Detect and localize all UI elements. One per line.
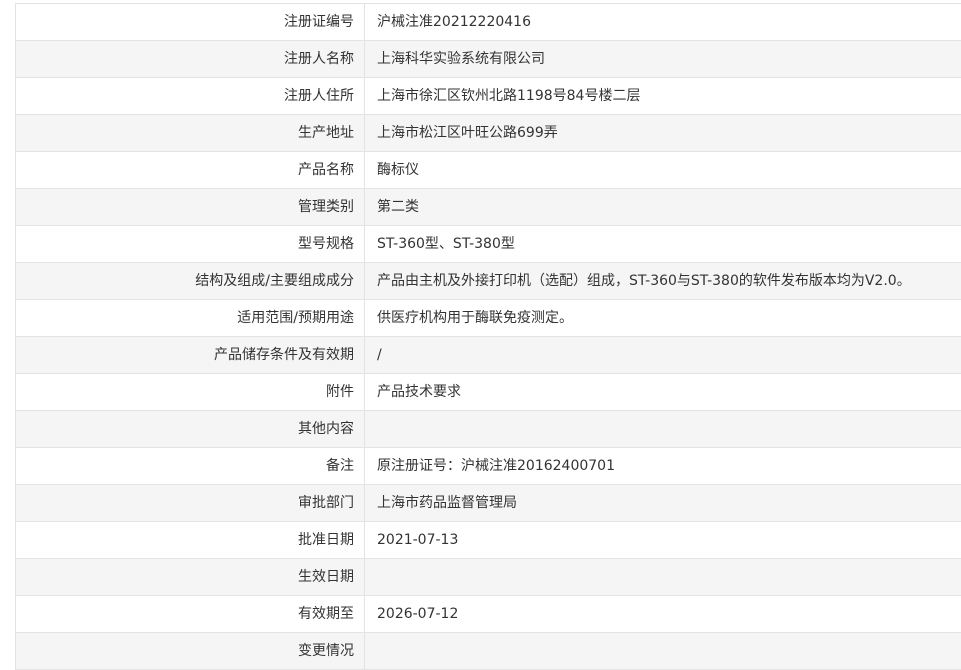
row-value: 上海科华实验系统有限公司 xyxy=(365,41,961,78)
row-label: 产品储存条件及有效期 xyxy=(16,337,365,374)
row-value: 上海市药品监督管理局 xyxy=(365,485,961,522)
table-row: 产品名称 酶标仪 xyxy=(16,152,961,189)
table-row: 管理类别 第二类 xyxy=(16,189,961,226)
row-label: 生产地址 xyxy=(16,115,365,152)
row-value: 上海市徐汇区钦州北路1198号84号楼二层 xyxy=(365,78,961,115)
table-row: 备注 原注册证号：沪械注准20162400701 xyxy=(16,448,961,485)
row-value xyxy=(365,633,961,670)
row-value: 供医疗机构用于酶联免疫测定。 xyxy=(365,300,961,337)
row-label: 适用范围/预期用途 xyxy=(16,300,365,337)
table-row: 其他内容 xyxy=(16,411,961,448)
row-value xyxy=(365,411,961,448)
table-row: 结构及组成/主要组成成分 产品由主机及外接打印机（选配）组成，ST-360与ST… xyxy=(16,263,961,300)
table-row: 变更情况 xyxy=(16,633,961,670)
table-row: 生产地址 上海市松江区叶旺公路699弄 xyxy=(16,115,961,152)
row-label: 其他内容 xyxy=(16,411,365,448)
row-label: 注册人名称 xyxy=(16,41,365,78)
table-row: 注册证编号 沪械注准20212220416 xyxy=(16,4,961,41)
table-row: 有效期至 2026-07-12 xyxy=(16,596,961,633)
row-label: 结构及组成/主要组成成分 xyxy=(16,263,365,300)
table-row: 批准日期 2021-07-13 xyxy=(16,522,961,559)
row-value: ST-360型、ST-380型 xyxy=(365,226,961,263)
row-value: 产品技术要求 xyxy=(365,374,961,411)
row-label: 审批部门 xyxy=(16,485,365,522)
row-value: 原注册证号：沪械注准20162400701 xyxy=(365,448,961,485)
row-label: 注册人住所 xyxy=(16,78,365,115)
table-row: 产品储存条件及有效期 / xyxy=(16,337,961,374)
row-label: 管理类别 xyxy=(16,189,365,226)
table-row: 适用范围/预期用途 供医疗机构用于酶联免疫测定。 xyxy=(16,300,961,337)
row-value: 沪械注准20212220416 xyxy=(365,4,961,41)
row-label: 附件 xyxy=(16,374,365,411)
table-row: 注册人名称 上海科华实验系统有限公司 xyxy=(16,41,961,78)
row-label: 有效期至 xyxy=(16,596,365,633)
detail-table-body: 注册证编号 沪械注准20212220416 注册人名称 上海科华实验系统有限公司… xyxy=(16,4,961,670)
row-label: 生效日期 xyxy=(16,559,365,596)
row-value: 产品由主机及外接打印机（选配）组成，ST-360与ST-380的软件发布版本均为… xyxy=(365,263,961,300)
row-value: 第二类 xyxy=(365,189,961,226)
row-label: 批准日期 xyxy=(16,522,365,559)
row-label: 备注 xyxy=(16,448,365,485)
row-value: 上海市松江区叶旺公路699弄 xyxy=(365,115,961,152)
row-label: 产品名称 xyxy=(16,152,365,189)
row-label: 变更情况 xyxy=(16,633,365,670)
table-row: 注册人住所 上海市徐汇区钦州北路1198号84号楼二层 xyxy=(16,78,961,115)
table-row: 生效日期 xyxy=(16,559,961,596)
table-row: 审批部门 上海市药品监督管理局 xyxy=(16,485,961,522)
table-row: 附件 产品技术要求 xyxy=(16,374,961,411)
row-value: / xyxy=(365,337,961,374)
row-value: 2026-07-12 xyxy=(365,596,961,633)
row-label: 注册证编号 xyxy=(16,4,365,41)
row-value xyxy=(365,559,961,596)
table-row: 型号规格 ST-360型、ST-380型 xyxy=(16,226,961,263)
row-label: 型号规格 xyxy=(16,226,365,263)
row-value: 2021-07-13 xyxy=(365,522,961,559)
row-value: 酶标仪 xyxy=(365,152,961,189)
registration-detail-table: 注册证编号 沪械注准20212220416 注册人名称 上海科华实验系统有限公司… xyxy=(15,3,961,670)
